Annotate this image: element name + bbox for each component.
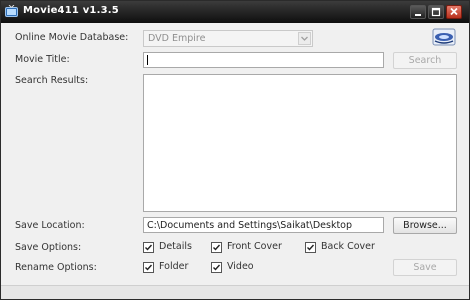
save-button[interactable]: Save	[393, 259, 457, 276]
search-results-list[interactable]	[143, 74, 457, 212]
rename-options-label: Rename Options:	[15, 262, 97, 273]
maximize-button[interactable]	[428, 5, 444, 19]
checkbox-box	[143, 242, 154, 253]
front-cover-label: Front Cover	[227, 241, 282, 252]
database-value: DVD Empire	[148, 33, 206, 44]
minimize-button[interactable]	[410, 5, 426, 19]
maximize-icon	[431, 7, 441, 17]
save-location-input[interactable]: C:\Documents and Settings\Saikat\Desktop	[143, 217, 384, 233]
db-label: Online Movie Database:	[15, 32, 129, 43]
chevron-down-icon	[301, 36, 308, 41]
text-caret	[147, 55, 148, 65]
front-cover-checkbox[interactable]: Front Cover	[211, 241, 296, 254]
video-label: Video	[227, 261, 254, 272]
search-results-label: Search Results:	[15, 75, 89, 86]
close-icon	[450, 7, 458, 16]
checkbox-box	[211, 262, 222, 273]
checkmark-icon	[213, 244, 221, 251]
movie-title-label: Movie Title:	[15, 54, 70, 65]
folder-label: Folder	[159, 261, 189, 272]
details-label: Details	[159, 241, 192, 252]
checkmark-icon	[307, 244, 315, 251]
status-bar	[1, 285, 469, 299]
dropdown-button[interactable]	[298, 32, 311, 45]
minimize-icon	[415, 14, 421, 16]
tv-icon	[5, 4, 18, 18]
close-button[interactable]	[446, 5, 462, 19]
folder-checkbox[interactable]: Folder	[143, 261, 198, 274]
back-cover-checkbox[interactable]: Back Cover	[305, 241, 385, 254]
video-checkbox[interactable]: Video	[211, 261, 266, 274]
movie-title-input[interactable]	[143, 52, 384, 68]
checkmark-icon	[145, 264, 153, 271]
checkmark-icon	[145, 244, 153, 251]
search-button[interactable]: Search	[393, 52, 457, 69]
dvd-empire-logo-icon	[432, 27, 456, 47]
save-location-label: Save Location:	[15, 220, 85, 231]
save-options-label: Save Options:	[15, 242, 82, 253]
details-checkbox[interactable]: Details	[143, 241, 203, 254]
window-title: Movie411 v1.3.5	[23, 5, 119, 16]
checkbox-box	[143, 262, 154, 273]
app-window: Movie411 v1.3.5 Online Movie Database: D…	[0, 0, 470, 300]
database-select[interactable]: DVD Empire	[143, 30, 313, 47]
title-bar[interactable]: Movie411 v1.3.5	[1, 1, 469, 23]
back-cover-label: Back Cover	[321, 241, 375, 252]
checkbox-box	[305, 242, 316, 253]
browse-button[interactable]: Browse...	[393, 217, 457, 234]
checkbox-box	[211, 242, 222, 253]
checkmark-icon	[213, 264, 221, 271]
